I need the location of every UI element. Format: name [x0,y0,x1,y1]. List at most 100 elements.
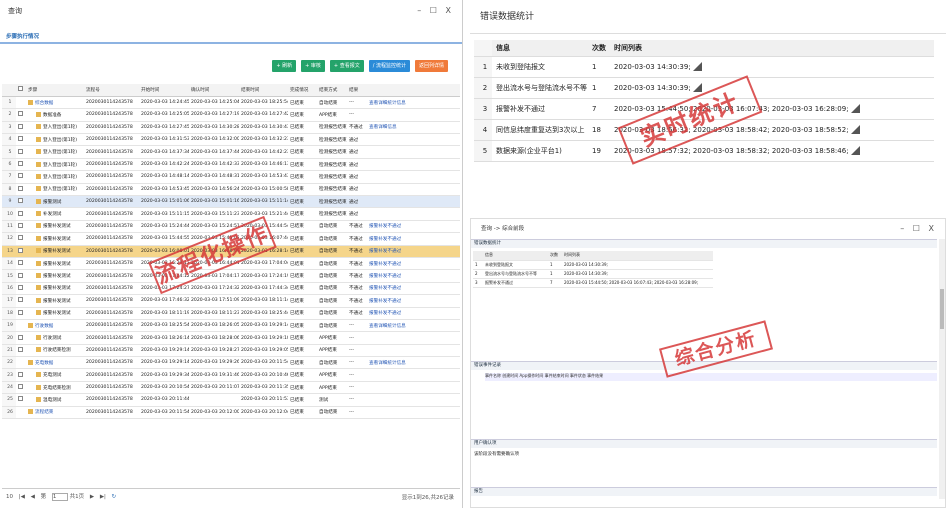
detail-button[interactable]: 返回列详情 [414,60,448,72]
col-end[interactable]: 结束时间 [239,84,288,97]
table-row[interactable]: 18 报警补发测试 2020030114243578 2020-03-03 18:11… [2,307,460,320]
checkbox[interactable] [18,346,23,352]
table-row[interactable]: 20 行驶测试 2020030114243578 2020-03-03 18:26:1… [2,331,460,345]
col-completion[interactable]: 完成情况 [288,84,317,97]
detail-link[interactable] [367,344,460,358]
table-row[interactable]: 10 补发测试 2020030114243578 2020-03-03 15:11:1… [2,207,460,221]
row-checkbox[interactable] [16,368,26,382]
detail-link[interactable] [367,158,460,172]
table-row[interactable]: 24 充电结束检测 2020030114243578 2020-03-03 20:10… [2,381,460,395]
checkbox[interactable] [18,334,23,340]
detail-link[interactable] [367,183,460,197]
row-checkbox[interactable] [16,381,26,395]
table-row[interactable]: 17 报警补发测试 2020030114243578 2020-03-03 17:46… [2,294,460,308]
first-page-icon[interactable]: |◀ [19,494,25,500]
table-row[interactable]: 7 登入登出(第1轮) 2020030114243578 2020-03-03 14:… [2,170,460,184]
table-row[interactable]: 5 登入登出(第1轮) 2020030114243578 2020-03-03 14:… [2,145,460,159]
detail-link[interactable] [367,133,460,147]
table-row[interactable]: 3 登入登出(第1轮) 2020030114243578 2020-03-03 14:… [2,121,460,135]
row-checkbox[interactable] [16,108,26,122]
detail-link[interactable] [367,381,460,395]
table-row[interactable]: 19 行驶数据 2020030114243578 2020-03-03 18:25:5… [2,319,460,333]
checkbox[interactable] [18,222,23,228]
row-checkbox[interactable] [16,344,26,358]
row-checkbox[interactable] [16,269,26,283]
row-checkbox[interactable] [16,207,26,221]
detail-link[interactable]: 查看详细统计信息 [367,356,460,370]
col-flow-id[interactable]: 流程号 [84,84,139,97]
detail-link[interactable] [367,331,460,345]
checkbox[interactable] [18,136,23,142]
detail-link[interactable] [367,108,460,122]
checkbox[interactable] [18,260,23,266]
checkbox[interactable] [18,198,23,204]
col-end-mode[interactable]: 结束方式 [317,84,347,97]
col-step[interactable]: 步骤 [26,84,84,97]
refresh-button[interactable]: + 刷新 [272,60,297,72]
detail-link[interactable]: 查看详细统计信息 [367,319,460,333]
audit-button[interactable]: + 审核 [301,60,325,72]
page-input[interactable]: 1 [51,492,68,501]
detail-link[interactable] [367,406,460,420]
expand-corner-icon[interactable] [850,125,860,134]
row-checkbox[interactable] [16,220,26,234]
detail-link[interactable] [367,368,460,382]
detail-link[interactable] [367,195,460,209]
detail-link[interactable]: 报警补发不通过 [367,307,460,320]
row-checkbox[interactable] [16,406,26,420]
table-row[interactable]: 25 温电测试 2020030114243578 2020-03-03 20:11:4… [2,393,460,407]
row-checkbox[interactable] [16,183,26,197]
next-page-icon[interactable]: ▶ [90,494,94,500]
detail-link[interactable]: 报警补发不通过 [367,232,460,246]
row-checkbox[interactable] [16,170,26,184]
table-row[interactable]: 4 登入登出(第1轮) 2020030114243578 2020-03-03 14:… [2,133,460,147]
expand-corner-icon[interactable] [692,83,702,92]
row-checkbox[interactable] [16,232,26,246]
detail-link[interactable] [367,145,460,159]
checkbox[interactable] [18,173,23,179]
col-confirm[interactable]: 确认时间 [189,84,239,97]
row-checkbox[interactable] [16,393,26,407]
row-checkbox[interactable] [16,145,26,159]
table-row[interactable]: 9 报警测试 2020030114243578 2020-03-03 15:01:06… [2,195,460,209]
expand-corner-icon[interactable] [692,62,702,71]
detail-link[interactable]: 报警补发不通过 [367,257,460,271]
table-row[interactable]: 16 报警补发测试 2020030114243578 2020-03-03 17:24… [2,282,460,296]
row-checkbox[interactable] [16,356,26,370]
table-row[interactable]: 21 行驶结束检测 2020030114243578 2020-03-03 19:29… [2,344,460,358]
table-row[interactable]: 6 登入登出(第1轮) 2020030114243578 2020-03-03 14:… [2,158,460,172]
row-checkbox[interactable] [16,331,26,345]
expand-corner-icon[interactable] [850,146,860,155]
detail-link[interactable]: 报警补发不通过 [367,294,460,308]
checkbox[interactable] [18,123,23,129]
mini-row[interactable]: 1 未收到登陆报文 1 2020-03-03 14:30:39; [473,260,713,270]
table-row[interactable]: 1 综合数据 2020030114243578 2020-03-03 14:24:45… [2,96,460,110]
detail-link[interactable]: 报警补发不通过 [367,282,460,296]
checkbox[interactable] [18,111,23,117]
row-checkbox[interactable] [16,96,26,110]
checkbox[interactable] [18,396,23,402]
table-row[interactable]: 23 充电测试 2020030114243578 2020-03-03 19:29:3… [2,368,460,382]
select-all-checkbox[interactable] [18,86,23,92]
window-controls[interactable]: – ☐ X [417,0,454,22]
detail-link[interactable]: 报警补发不通过 [367,269,460,283]
checkbox[interactable] [18,284,23,290]
row-checkbox[interactable] [16,307,26,320]
last-page-icon[interactable]: ▶| [100,494,106,500]
table-row[interactable]: 8 登入登出(第1轮) 2020030114243578 2020-03-03 14:… [2,183,460,197]
row-checkbox[interactable] [16,158,26,172]
stats-row[interactable]: 1 未收到登陆报文 1 2020-03-03 14:30:39; [474,56,934,78]
table-row[interactable]: 26 流程结束 2020030114243578 2020-03-03 20:11:5… [2,406,460,420]
col-result[interactable]: 结果 [347,84,367,97]
scroll-thumb[interactable] [940,289,944,329]
table-row[interactable]: 2 数据准备 2020030114243578 2020-03-03 14:25:05… [2,108,460,122]
refresh-icon[interactable]: ↻ [112,494,117,500]
mini-row[interactable]: 3 报警补发不通过 7 2020-03-03 15:44:50; 2020-03-03… [473,278,713,288]
checkbox[interactable] [18,371,23,377]
monitor-stats-button[interactable]: / 流程监控统计 [368,60,410,72]
row-checkbox[interactable] [16,245,26,258]
detail-link[interactable]: 报警补发不通过 [367,245,460,258]
row-checkbox[interactable] [16,121,26,135]
row-checkbox[interactable] [16,282,26,296]
window-controls[interactable]: – ☐ X [900,219,937,239]
